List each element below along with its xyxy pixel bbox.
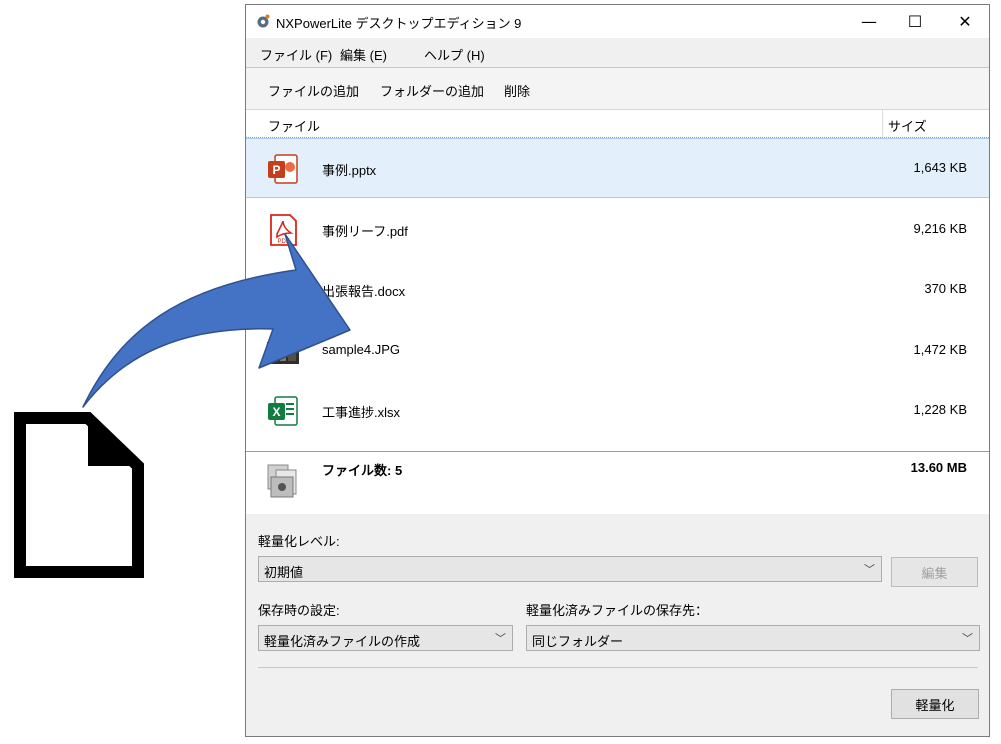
destination-label: 軽量化済みファイルの保存先： [526,603,709,618]
save-setting-select[interactable]: 軽量化済みファイルの作成 ﹀ [258,625,513,651]
file-row[interactable]: W 出張報告.docx 370 KB [246,260,989,320]
file-size: 1,472 KB [913,342,968,357]
chevron-down-icon: ﹀ [495,632,506,645]
file-size: 1,228 KB [913,402,968,417]
svg-text:W: W [271,284,283,298]
chevron-down-icon: ﹀ [962,632,973,645]
svg-text:X: X [272,405,280,419]
file-name: 工事進捗.xlsx [322,405,401,420]
level-select[interactable]: 初期値 ﹀ [258,556,882,582]
level-value: 初期値 [264,565,304,580]
file-row[interactable]: sample4.JPG 1,472 KB [246,321,989,381]
column-divider[interactable] [882,110,883,137]
divider [258,667,978,668]
file-name: sample4.JPG [322,342,401,357]
close-icon: ✕ [958,12,972,31]
add-folder-button[interactable]: フォルダーの追加 [380,81,484,100]
multiple-files-icon [267,464,297,498]
svg-text:PDF: PDF [278,239,290,245]
toolbar: ファイルの追加 フォルダーの追加 削除 [246,68,989,110]
powerpoint-icon: P [268,154,298,184]
column-header-size[interactable]: サイズ [888,116,927,135]
settings-panel: 軽量化レベル: 初期値 ﹀ 編集 保存時の設定: 軽量化済みファイルの保存先： … [246,514,989,736]
file-name: 出張報告.docx [322,284,406,299]
column-header-file[interactable]: ファイル [268,116,320,135]
save-setting-label: 保存時の設定: [258,603,340,618]
pdf-icon: PDF [270,214,297,246]
menu-file[interactable]: ファイル (F) [260,45,332,64]
file-name: 事例リーフ.pdf [322,224,408,239]
minimize-icon: — [861,12,877,31]
file-size: 9,216 KB [913,221,968,236]
file-row[interactable]: P 事例.pptx 1,643 KB [246,138,989,198]
chevron-down-icon: ﹀ [864,563,875,576]
file-size: 370 KB [924,281,967,296]
menu-edit[interactable]: 編集 (E) [340,45,387,64]
file-size: 1,643 KB [913,160,968,175]
level-label: 軽量化レベル: [258,534,340,549]
svg-text:P: P [272,163,280,177]
close-button[interactable]: ✕ [942,5,988,38]
menu-help[interactable]: ヘルプ (H) [424,45,485,64]
minimize-button[interactable]: — [846,5,892,38]
delete-button[interactable]: 削除 [504,81,530,100]
edit-level-button[interactable]: 編集 [891,557,978,587]
destination-value: 同じフォルダー [532,634,624,649]
file-row[interactable]: X 工事進捗.xlsx 1,228 KB [246,381,989,441]
maximize-icon: ☐ [907,12,923,31]
app-window: NXPowerLite デスクトップエディション 9 — ☐ ✕ ファイル (F… [245,4,990,737]
title-bar: NXPowerLite デスクトップエディション 9 — ☐ ✕ [246,5,989,38]
window-title: NXPowerLite デスクトップエディション 9 [276,16,522,31]
total-size: 13.60 MB [910,460,967,475]
save-setting-value: 軽量化済みファイルの作成 [264,634,421,649]
add-file-button[interactable]: ファイルの追加 [268,81,359,100]
app-logo-icon [257,14,270,28]
excel-icon: X [268,396,298,426]
summary-row: ファイル数: 5 13.60 MB [246,451,989,515]
maximize-button[interactable]: ☐ [892,5,938,38]
document-icon [14,412,144,578]
menu-bar: ファイル (F) 編集 (E) ヘルプ (H) [246,38,989,68]
optimize-button[interactable]: 軽量化 [891,689,979,719]
image-icon [267,342,299,364]
file-name: 事例.pptx [322,163,377,178]
file-count: ファイル数: 5 [322,463,403,478]
destination-select[interactable]: 同じフォルダー ﹀ [526,625,980,651]
file-list-header: ファイル サイズ [246,110,989,138]
word-icon: W [268,275,298,305]
file-row[interactable]: PDF 事例リーフ.pdf 9,216 KB [246,200,989,260]
